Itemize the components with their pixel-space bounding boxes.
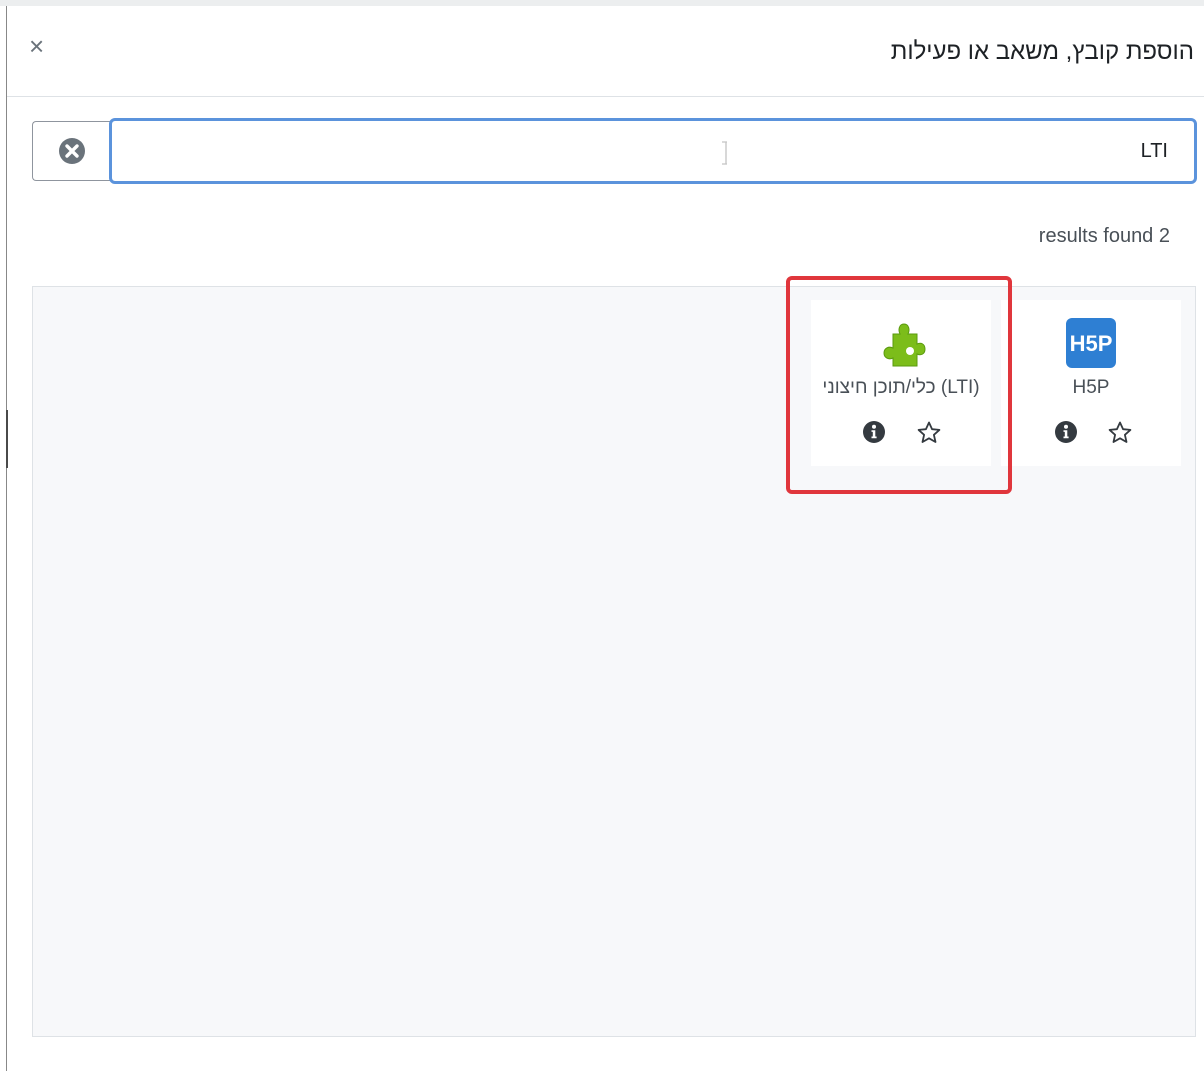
- search-bar: [32, 118, 1197, 184]
- puzzle-piece-icon: [883, 323, 926, 367]
- info-icon[interactable]: [1054, 420, 1078, 444]
- svg-text:H5P: H5P: [1070, 331, 1113, 356]
- star-icon[interactable]: [916, 420, 942, 446]
- times-circle-icon: [58, 138, 85, 164]
- star-icon[interactable]: [1107, 420, 1133, 446]
- dialog-title: הוספת קובץ, משאב או פעילות: [890, 38, 1194, 65]
- text-cursor-icon: [722, 141, 727, 165]
- window-edge: [6, 6, 7, 1071]
- results-count: results found 2: [1038, 225, 1170, 247]
- close-button[interactable]: ×: [29, 33, 44, 59]
- module-label: H5P: [1072, 377, 1110, 398]
- dialog-header: הוספת קובץ, משאב או פעילות ×: [7, 6, 1204, 97]
- h5p-logo-icon: H5P: [1066, 318, 1116, 368]
- card-actions: [1001, 420, 1181, 446]
- module-card-h5p[interactable]: H5P H5P: [1001, 300, 1181, 466]
- module-label: כלי/תוכן חיצוני (LTI): [822, 377, 980, 398]
- search-input[interactable]: [109, 118, 1197, 184]
- info-icon[interactable]: [862, 420, 886, 444]
- clear-search-button[interactable]: [32, 121, 110, 181]
- window-edge-marker: [6, 410, 8, 468]
- card-actions: [811, 420, 991, 446]
- module-card-lti[interactable]: כלי/תוכן חיצוני (LTI): [811, 300, 991, 466]
